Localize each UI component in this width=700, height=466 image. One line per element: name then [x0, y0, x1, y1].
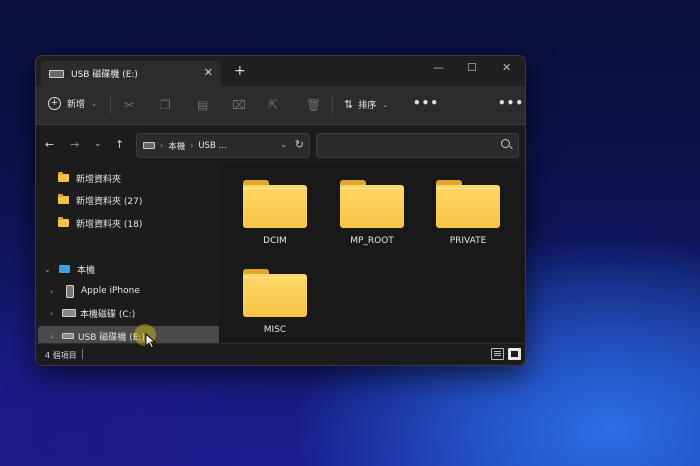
- chevron-right-icon[interactable]: ›: [50, 287, 60, 296]
- usb-drive-icon: [62, 333, 74, 339]
- delete-icon[interactable]: 🗑: [306, 98, 321, 112]
- copy-icon[interactable]: ❐: [160, 98, 171, 112]
- plus-icon: +: [48, 97, 61, 110]
- details-view-icon[interactable]: [491, 348, 504, 360]
- nav-item-label: 本機磁碟 (C:): [80, 309, 136, 320]
- folder-icon: [340, 180, 404, 228]
- nav-item-label: 新增資料夾: [76, 174, 122, 185]
- folder-icon: [58, 172, 69, 182]
- back-arrow-icon[interactable]: ←: [45, 138, 54, 151]
- new-button[interactable]: + 新增 ⌄: [48, 97, 97, 110]
- navigation-row: ← → ⌄ ↑ › 本機 › USB ... ⌄ ↻: [36, 125, 525, 165]
- large-icons-view-icon[interactable]: [508, 348, 521, 360]
- phone-icon: [66, 284, 74, 298]
- paste-icon[interactable]: ▤: [197, 98, 208, 112]
- recent-chevron-icon[interactable]: ⌄: [94, 139, 102, 149]
- chevron-right-icon[interactable]: ›: [50, 309, 60, 318]
- new-tab-button[interactable]: +: [234, 64, 246, 78]
- see-more-button[interactable]: •••: [413, 96, 439, 110]
- close-button[interactable]: ✕: [502, 61, 511, 74]
- rename-icon[interactable]: ⌧: [232, 98, 246, 112]
- search-icon: [501, 139, 510, 148]
- folder-name: MISC: [263, 325, 287, 335]
- sort-button[interactable]: ⇅ 排序 ⌄: [344, 98, 388, 111]
- nav-item-folder[interactable]: 新增資料夾 (27): [36, 190, 233, 210]
- up-arrow-icon[interactable]: ↑: [115, 138, 124, 151]
- folder-item[interactable]: DCIM: [235, 170, 315, 262]
- sort-icon: ⇅: [344, 98, 354, 111]
- address-history-chevron-icon[interactable]: ⌄: [280, 140, 287, 149]
- command-bar: + 新增 ⌄ ✂ ❐ ▤ ⌧ ⇱ 🗑 ⇅ 排序 ⌄ ••• •••: [36, 86, 525, 125]
- address-bar[interactable]: › 本機 › USB ... ⌄ ↻: [136, 133, 310, 158]
- search-input[interactable]: [323, 137, 497, 155]
- forward-arrow-icon[interactable]: →: [70, 138, 79, 151]
- title-bar: USB 磁碟機 (E:) ✕ + — ☐ ✕: [36, 56, 525, 86]
- tab-close-icon[interactable]: ✕: [204, 66, 213, 79]
- nav-item-iphone[interactable]: › Apple iPhone: [36, 281, 225, 301]
- usb-drive-icon: [49, 69, 64, 78]
- navigation-pane: 新增資料夾 新增資料夾 (27) 新增資料夾 (18) ⌄ 本機 › Apple…: [36, 165, 221, 365]
- minimize-button[interactable]: —: [433, 61, 444, 74]
- breadcrumb-usb[interactable]: USB ...: [198, 141, 226, 151]
- folder-icon: [58, 194, 69, 204]
- refresh-icon[interactable]: ↻: [295, 138, 304, 151]
- status-divider: [82, 349, 83, 359]
- folder-icon: [436, 180, 500, 228]
- breadcrumb-chevron-icon: ›: [160, 141, 164, 150]
- folder-name: PRIVATE: [449, 236, 487, 246]
- nav-item-label: 新增資料夾 (18): [76, 219, 143, 230]
- folder-item[interactable]: PRIVATE: [428, 170, 508, 262]
- chevron-down-icon[interactable]: ⌄: [44, 265, 54, 274]
- chevron-down-icon: ⌄: [91, 99, 97, 108]
- item-count: 4 個項目: [45, 351, 77, 360]
- maximize-button[interactable]: ☐: [467, 61, 477, 74]
- cursor-arrow-icon: [145, 333, 157, 349]
- nav-item-folder[interactable]: 新增資料夾: [36, 168, 233, 188]
- chevron-down-icon: ⌄: [382, 100, 389, 109]
- computer-icon: [59, 265, 70, 273]
- sort-button-label: 排序: [358, 101, 377, 111]
- breadcrumb-this-pc[interactable]: 本機: [168, 140, 185, 152]
- nav-item-local-disk[interactable]: › 本機磁碟 (C:): [36, 303, 225, 323]
- chevron-right-icon[interactable]: ›: [50, 332, 60, 341]
- file-explorer-window: USB 磁碟機 (E:) ✕ + — ☐ ✕ + 新增 ⌄ ✂ ❐ ▤ ⌧ ⇱ …: [35, 55, 526, 366]
- folder-name: DCIM: [263, 236, 287, 246]
- breadcrumb-chevron-icon: ›: [190, 141, 194, 150]
- share-icon[interactable]: ⇱: [268, 98, 278, 112]
- nav-item-label: Apple iPhone: [81, 286, 140, 296]
- toolbar-divider: [332, 96, 333, 114]
- nav-item-this-pc[interactable]: ⌄ 本機: [36, 259, 219, 279]
- nav-item-label: 本機: [77, 265, 96, 276]
- drive-icon: [143, 142, 155, 149]
- new-button-label: 新增: [67, 100, 86, 110]
- file-list: DCIM MP_ROOT PRIVATE MISC: [219, 165, 525, 343]
- nav-item-label: 新增資料夾 (27): [76, 196, 143, 207]
- folder-icon: [243, 180, 307, 228]
- nav-item-folder[interactable]: 新增資料夾 (18): [36, 213, 233, 233]
- tab-title: USB 磁碟機 (E:): [71, 70, 138, 80]
- folder-name: MP_ROOT: [350, 236, 394, 246]
- toolbar-divider: [110, 96, 111, 114]
- folder-icon: [243, 269, 307, 317]
- folder-item[interactable]: MISC: [235, 259, 315, 351]
- folder-icon: [58, 217, 69, 227]
- options-button[interactable]: •••: [498, 96, 524, 110]
- tab-usb-drive[interactable]: USB 磁碟機 (E:) ✕: [41, 61, 221, 86]
- folder-item[interactable]: MP_ROOT: [332, 170, 412, 262]
- cut-icon[interactable]: ✂: [124, 98, 134, 112]
- hard-drive-icon: [62, 309, 76, 317]
- status-bar: 4 個項目: [36, 343, 525, 365]
- search-box[interactable]: [316, 133, 519, 158]
